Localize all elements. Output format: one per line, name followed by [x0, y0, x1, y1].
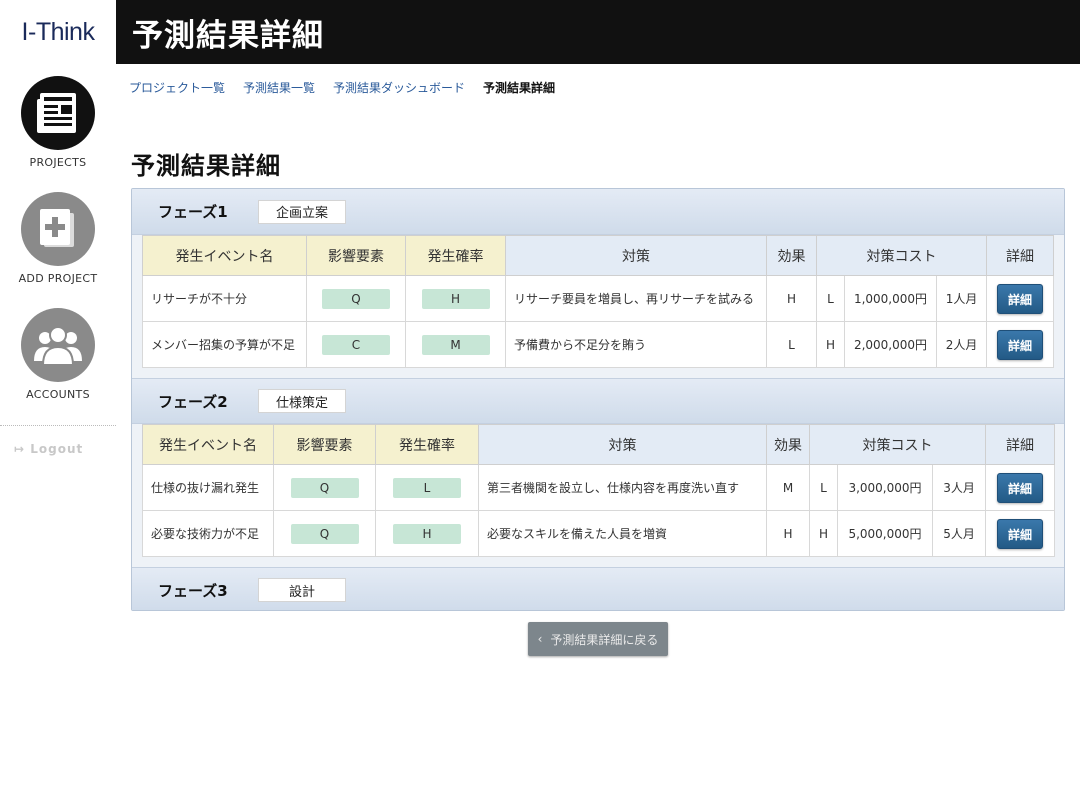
header-prob: 発生確率 — [405, 235, 506, 276]
sidebar-item-accounts[interactable]: ACCOUNTS — [0, 308, 116, 401]
phase-name: 仕様策定 — [258, 389, 346, 413]
sidebar-item-label: ADD PROJECT — [18, 272, 98, 285]
prob-tag: H — [393, 523, 461, 544]
prob-tag: M — [421, 334, 490, 355]
top-bar: 予測結果詳細 — [116, 0, 1080, 64]
add-project-circle[interactable] — [21, 192, 95, 266]
cost-level: H — [809, 510, 838, 557]
logout-label: Logout — [30, 442, 84, 456]
header-measure: 対策 — [478, 424, 767, 465]
phase-label: フェーズ3 — [158, 581, 228, 600]
header-effect: 効果 — [766, 235, 817, 276]
cost-amount: 3,000,000円 — [837, 464, 933, 511]
sidebar-item-projects[interactable]: PROJECTS — [0, 76, 116, 169]
header-prob: 発生確率 — [375, 424, 479, 465]
cost-amount: 1,000,000円 — [844, 275, 937, 322]
phase-header[interactable]: フェーズ3 設計 — [132, 567, 1064, 610]
effect: H — [766, 275, 817, 322]
logo[interactable]: I-Think — [22, 18, 95, 47]
sidebar-item-label: ACCOUNTS — [26, 388, 90, 401]
header-cost: 対策コスト — [808, 424, 987, 465]
header-event: 発生イベント名 — [142, 424, 274, 465]
table-row: リサーチが不十分 Q H リサーチ要員を増員し、再リサーチを試みる H L 1,… — [142, 275, 1055, 322]
sidebar-item-add-project[interactable]: ADD PROJECT — [0, 192, 116, 285]
phase-name: 企画立案 — [258, 199, 346, 224]
prob-tag: L — [393, 477, 461, 498]
detail-button[interactable]: 詳細 — [997, 283, 1044, 314]
sidebar-divider — [0, 425, 116, 426]
header-detail: 詳細 — [986, 235, 1055, 276]
event-name: 仕様の抜け漏れ発生 — [142, 464, 274, 511]
phase-3: フェーズ3 設計 — [132, 567, 1064, 610]
header-detail: 詳細 — [985, 424, 1056, 465]
phases-panel: フェーズ1 企画立案 発生イベント名 影響要素 発生確率 対策 効果 対策コスト… — [131, 188, 1065, 611]
event-name: メンバー招集の予算が不足 — [142, 321, 307, 368]
breadcrumb-link-results[interactable]: 予測結果一覧 — [243, 79, 315, 96]
cost-level: H — [816, 321, 845, 368]
phase-1: フェーズ1 企画立案 発生イベント名 影響要素 発生確率 対策 効果 対策コスト… — [132, 189, 1064, 378]
header-factor: 影響要素 — [306, 235, 406, 276]
phase-header: フェーズ1 企画立案 — [132, 189, 1064, 235]
effect: H — [766, 510, 810, 557]
cost-level: L — [816, 275, 845, 322]
cost-people: 2人月 — [935, 321, 988, 368]
newspaper-icon — [37, 93, 76, 133]
table-row: 必要な技術力が不足 Q H 必要なスキルを備えた人員を増資 H H 5,000,… — [142, 510, 1056, 557]
back-button[interactable]: ‹ 予測結果詳細に戻る — [528, 622, 668, 656]
cost-level: L — [809, 464, 838, 511]
cost-amount: 5,000,000円 — [837, 510, 933, 557]
header-measure: 対策 — [505, 235, 767, 276]
detail-button[interactable]: 詳細 — [997, 472, 1044, 503]
factor-tag: Q — [322, 288, 390, 309]
measure: 予備費から不足分を賄う — [505, 321, 767, 368]
factor-tag: Q — [290, 523, 359, 544]
accounts-circle[interactable] — [21, 308, 95, 382]
breadcrumb-link-projects[interactable]: プロジェクト一覧 — [129, 79, 225, 96]
projects-circle[interactable] — [21, 76, 95, 150]
effect: M — [766, 464, 810, 511]
measure: 必要なスキルを備えた人員を増資 — [478, 510, 767, 557]
detail-button[interactable]: 詳細 — [997, 518, 1044, 549]
phase-label: フェーズ2 — [158, 392, 228, 411]
phase-2: フェーズ2 仕様策定 発生イベント名 影響要素 発生確率 対策 効果 対策コスト… — [132, 378, 1064, 567]
page-title: 予測結果詳細 — [131, 152, 281, 180]
factor-tag: Q — [290, 477, 359, 498]
users-icon — [34, 326, 82, 366]
header-title: 予測結果詳細 — [132, 18, 324, 54]
logo-area[interactable]: I-Think — [0, 0, 116, 64]
phase-name: 設計 — [258, 578, 346, 602]
breadcrumb-link-dashboard[interactable]: 予測結果ダッシュボード — [333, 79, 465, 96]
cost-people: 5人月 — [931, 510, 987, 557]
chevron-left-icon: ‹ — [537, 632, 543, 646]
logout-link[interactable]: ↦ Logout — [14, 442, 83, 456]
add-document-icon — [40, 209, 74, 247]
phase-2-table: 発生イベント名 影響要素 発生確率 対策 効果 対策コスト 詳細 仕様の抜け漏れ… — [142, 424, 1056, 557]
cost-people: 1人月 — [935, 275, 988, 322]
phase-label: フェーズ1 — [158, 203, 228, 221]
cost-amount: 2,000,000円 — [844, 321, 937, 368]
detail-button[interactable]: 詳細 — [997, 329, 1044, 360]
event-name: リサーチが不十分 — [142, 275, 307, 322]
factor-tag: C — [322, 334, 390, 355]
header-cost: 対策コスト — [815, 235, 988, 276]
header-effect: 効果 — [766, 424, 810, 465]
breadcrumb-current: 予測結果詳細 — [483, 81, 556, 95]
back-button-label: 予測結果詳細に戻る — [550, 632, 659, 647]
sidebar: PROJECTS ADD PROJECT ACCOUNTS ↦ Logout — [0, 64, 116, 788]
cost-people: 3人月 — [931, 464, 987, 511]
table-row: 仕様の抜け漏れ発生 Q L 第三者機関を設立し、仕様内容を再度洗い直す M L … — [142, 464, 1056, 511]
sidebar-item-label: PROJECTS — [29, 156, 87, 169]
table-row: メンバー招集の予算が不足 C M 予備費から不足分を賄う L H 2,000,0… — [142, 321, 1055, 368]
phase-1-table: 発生イベント名 影響要素 発生確率 対策 効果 対策コスト 詳細 リサーチが不十… — [142, 235, 1055, 368]
measure: 第三者機関を設立し、仕様内容を再度洗い直す — [478, 464, 767, 511]
effect: L — [766, 321, 817, 368]
event-name: 必要な技術力が不足 — [142, 510, 274, 557]
measure: リサーチ要員を増員し、再リサーチを試みる — [505, 275, 767, 322]
header-event: 発生イベント名 — [142, 235, 307, 276]
header-factor: 影響要素 — [273, 424, 376, 465]
prob-tag: H — [421, 288, 490, 309]
phase-header: フェーズ2 仕様策定 — [132, 378, 1064, 424]
breadcrumb: プロジェクト一覧 予測結果一覧 予測結果ダッシュボード 予測結果詳細 — [129, 79, 555, 96]
logout-icon: ↦ — [14, 442, 26, 456]
